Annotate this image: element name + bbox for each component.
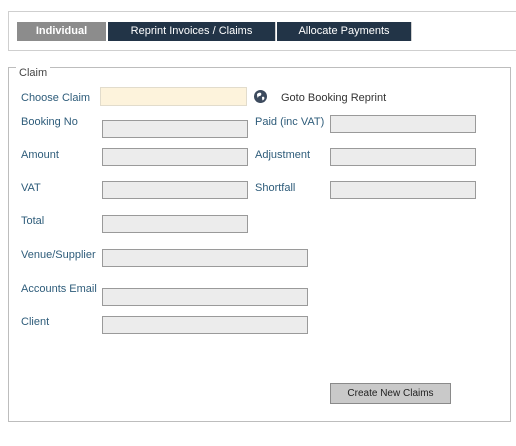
tab-allocate-payments[interactable]: Allocate Payments [277,22,412,41]
accounts-email-label: Accounts Email [21,283,97,295]
vat-label: VAT [21,182,41,194]
paid-inc-vat-field[interactable] [330,115,476,133]
accounts-email-field[interactable] [102,288,308,306]
total-field[interactable] [102,215,248,233]
vat-field[interactable] [102,181,248,199]
choose-claim-input[interactable] [100,87,247,106]
claim-legend: Claim [16,66,51,80]
paid-inc-vat-label: Paid (inc VAT) [255,116,325,128]
client-label: Client [21,316,50,328]
adjustment-field[interactable] [330,148,476,166]
choose-claim-label: Choose Claim [21,92,91,104]
client-field[interactable] [102,316,308,334]
venue-supplier-field[interactable] [102,249,308,267]
goto-booking-reprint-link[interactable]: Goto Booking Reprint [281,92,386,105]
shortfall-field[interactable] [330,181,476,199]
total-label: Total [21,215,45,227]
booking-no-field[interactable] [102,120,248,138]
amount-label: Amount [21,149,59,161]
venue-supplier-label: Venue/Supplier [21,249,96,261]
adjustment-label: Adjustment [255,149,311,161]
amount-field[interactable] [102,148,248,166]
shortfall-label: Shortfall [255,182,296,194]
globe-icon[interactable] [254,90,267,103]
create-new-claims-button[interactable]: Create New Claims [330,383,451,404]
tab-reprint-invoices-claims[interactable]: Reprint Invoices / Claims [108,22,276,41]
tab-individual[interactable]: Individual [17,22,106,41]
booking-no-label: Booking No [21,116,78,128]
